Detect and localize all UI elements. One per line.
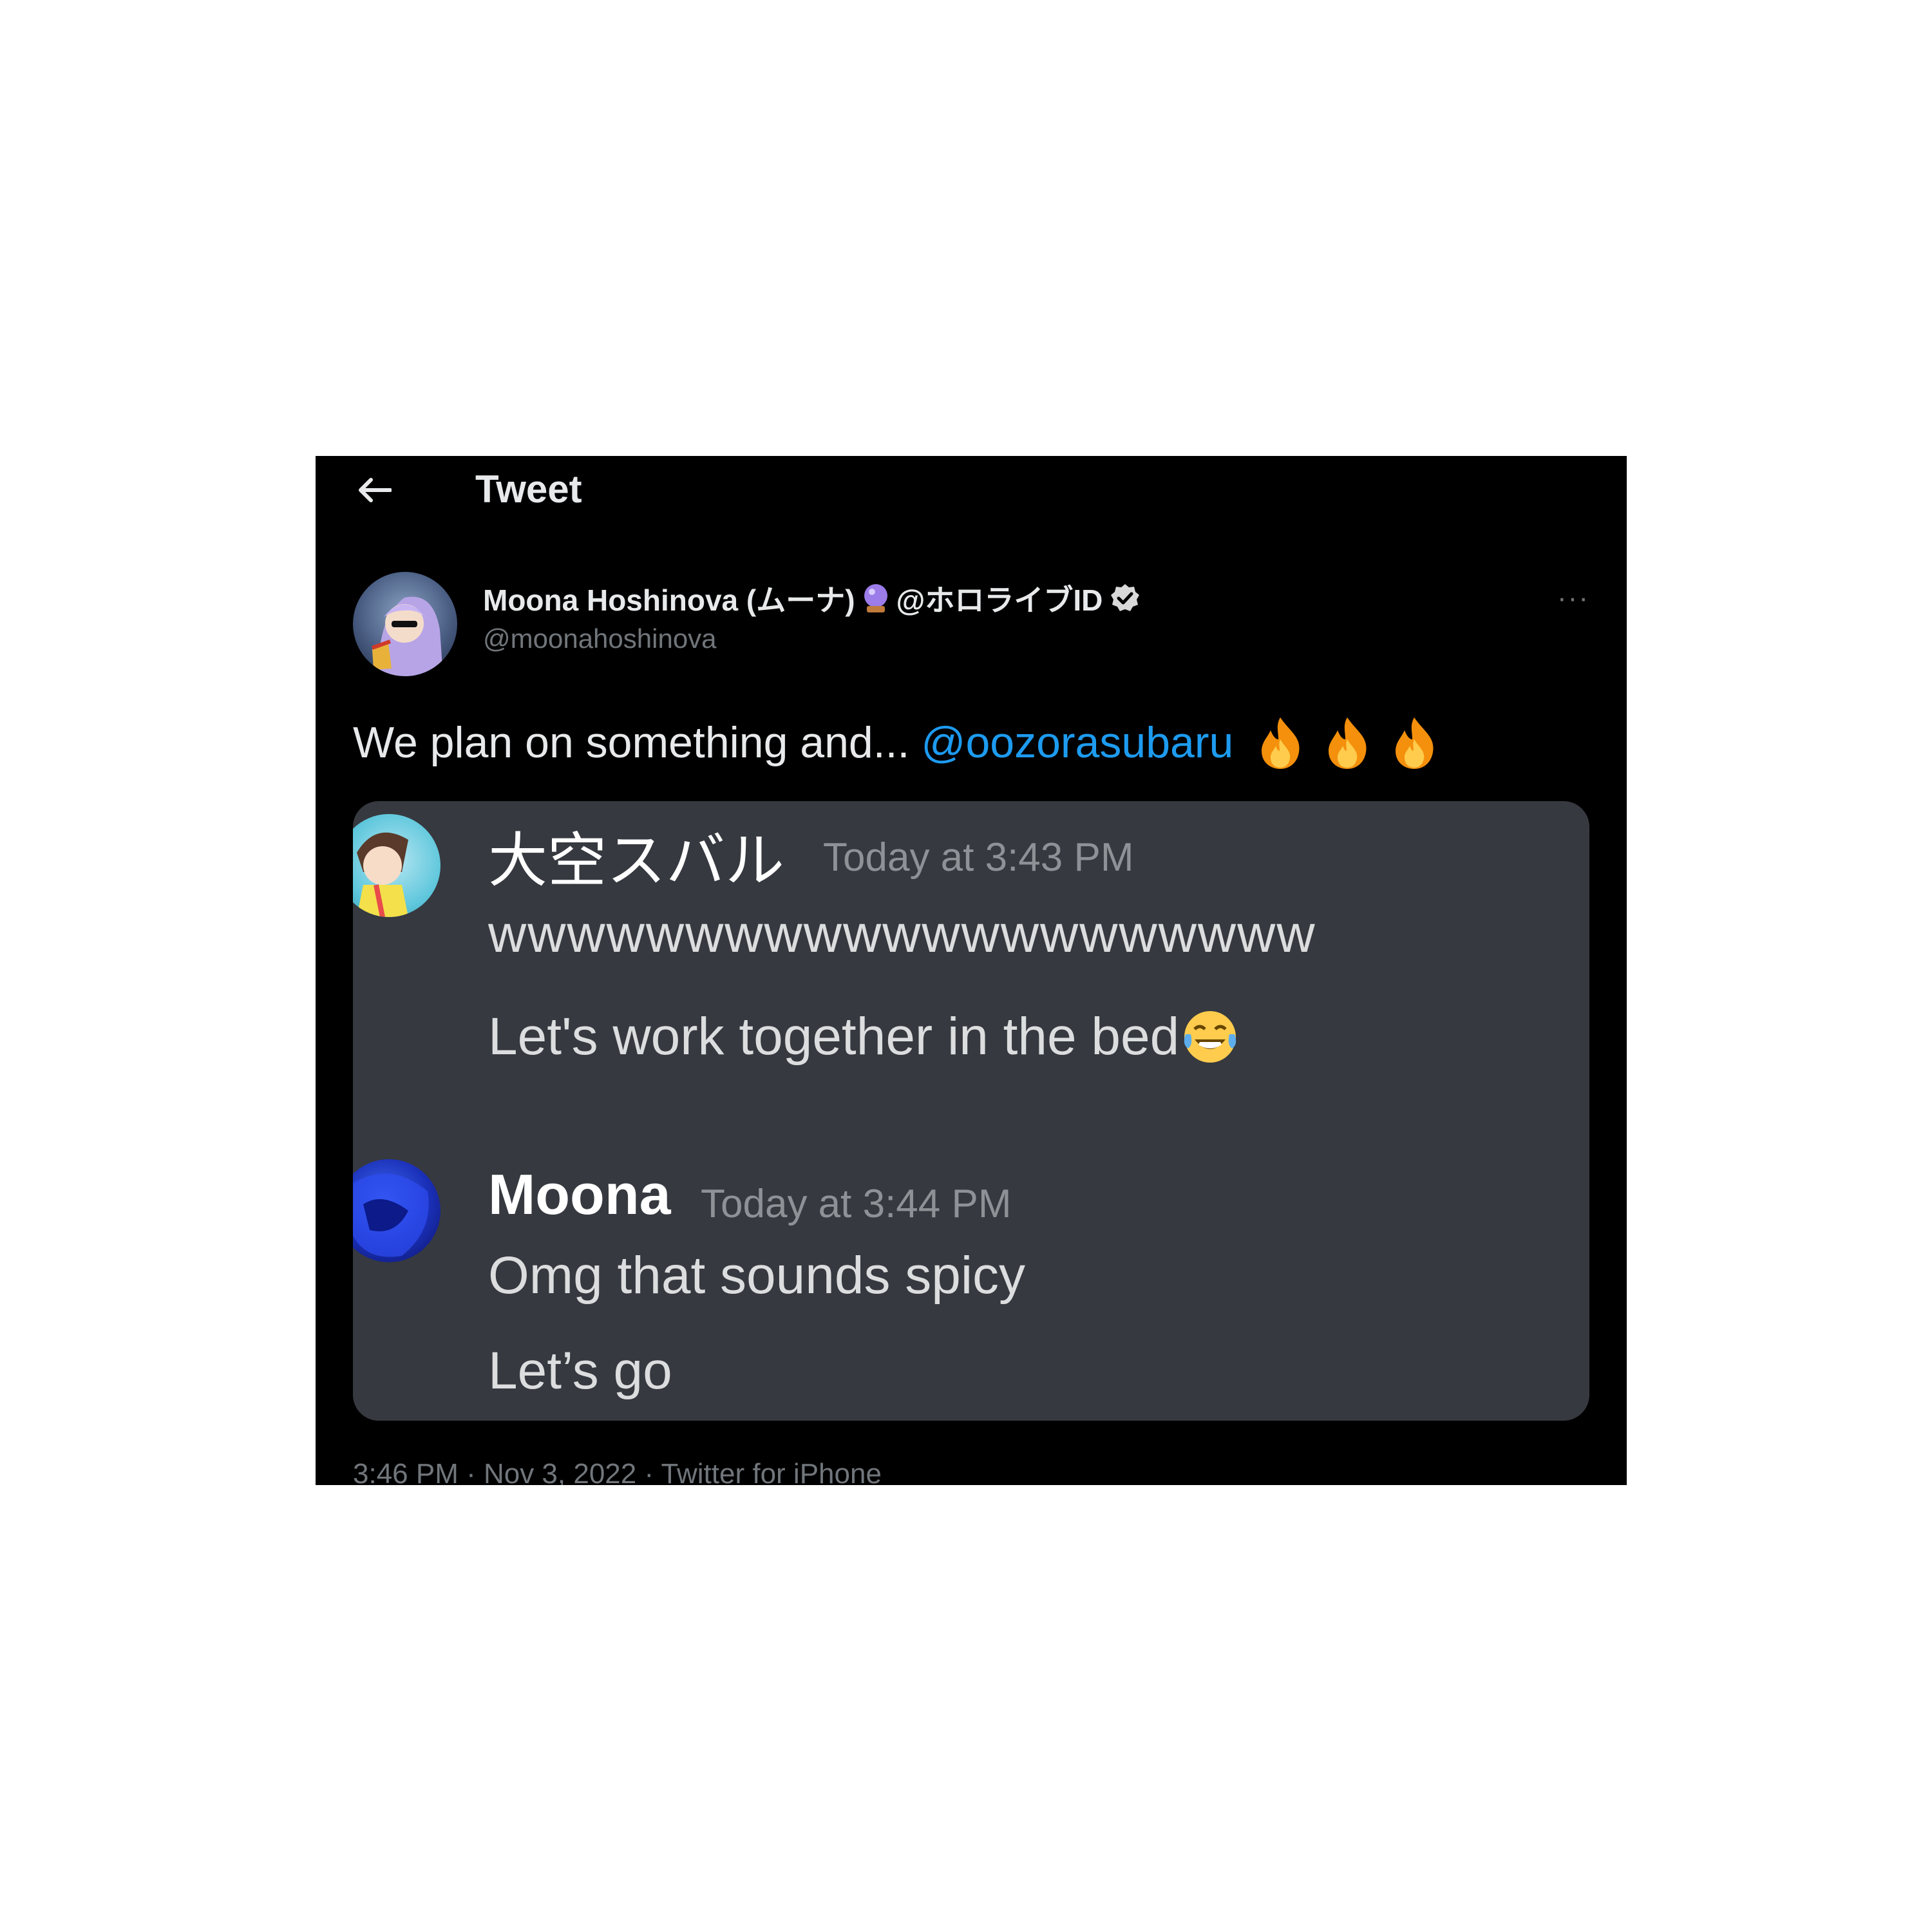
tweet-metadata: 3:46 PM · Nov 3, 2022 · Twitter for iPho… [353,1458,882,1485]
mention-link[interactable]: @oozorasubaru [921,717,1233,768]
arrow-left-icon [359,478,392,502]
page-title: Tweet [475,468,582,511]
name-suffix-text: @ホロライブID [896,583,1103,617]
fire-icon [1329,717,1367,769]
subaru-avatar [353,814,440,917]
message-timestamp: Today at 3:44 PM [701,1182,1012,1226]
message-text: wwwwwwwwwwwwwwwwwwwww [488,905,1316,963]
tweet-screenshot: Tweet Moona Hoshinova (ムーナ) @ホロライブID @mo… [316,456,1627,1485]
message-text-content: Let's work together in the bed [488,1007,1180,1066]
fire-emojis [1251,714,1443,772]
message-text: Let's work together in the bed [488,1006,1241,1068]
tweet-text: We plan on something and... @oozorasubar… [353,714,1443,772]
moona-avatar [353,1159,440,1262]
author-name[interactable]: Moona Hoshinova (ムーナ) @ホロライブID [483,577,1141,620]
fire-icon [1262,717,1300,769]
crystal-ball-icon [864,584,887,612]
message-text: Omg that sounds spicy [488,1246,1026,1305]
fire-icon [1396,717,1434,769]
tweet-body: We plan on something and... [353,718,910,767]
message-timestamp: Today at 3:43 PM [823,835,1134,880]
tears-of-joy-icon [1184,1011,1236,1063]
top-bar: Tweet [316,456,1627,527]
author-avatar[interactable] [353,572,457,676]
avatar-illustration [371,596,443,676]
more-options-button[interactable]: ··· [1557,582,1589,614]
back-button[interactable] [352,468,397,513]
author-handle[interactable]: @moonahoshinova [483,623,717,654]
display-name-text: Moona Hoshinova (ムーナ) [483,583,855,617]
message-author: Moona [488,1162,671,1226]
message-author: 大空スバル [488,826,785,895]
message-text: Let’s go [488,1341,672,1400]
attached-image-discord-chat[interactable]: 大空スバル Today at 3:43 PM wwwwwwwwwwwwwwwww… [353,801,1589,1421]
verified-badge-icon [1111,584,1140,611]
